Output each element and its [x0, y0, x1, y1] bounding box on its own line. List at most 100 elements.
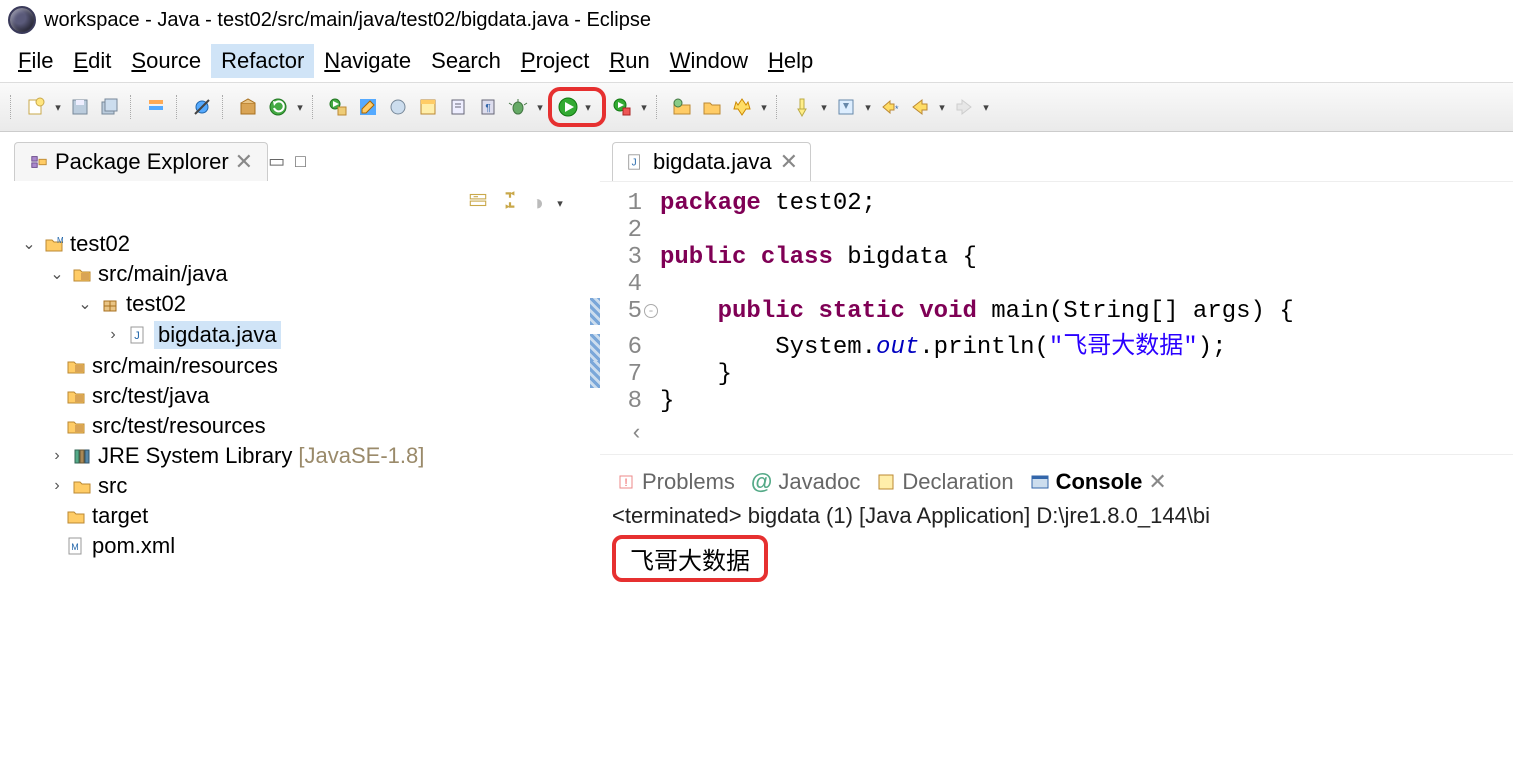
- annotation-nav-button[interactable]: [832, 93, 860, 121]
- save-button[interactable]: [66, 93, 94, 121]
- svg-text:J: J: [134, 330, 140, 342]
- forward-button[interactable]: [950, 93, 978, 121]
- run-button[interactable]: [554, 93, 582, 121]
- menu-navigate[interactable]: Navigate: [314, 44, 421, 78]
- menu-search[interactable]: Search: [421, 44, 511, 78]
- menubar: File Edit Source Refactor Navigate Searc…: [0, 40, 1513, 82]
- tree-src[interactable]: ›src: [20, 471, 600, 501]
- new-file-button[interactable]: [728, 93, 756, 121]
- coverage-button[interactable]: [414, 93, 442, 121]
- package-explorer-title: Package Explorer: [55, 149, 229, 175]
- link-editor-icon[interactable]: [499, 189, 521, 217]
- run-config-button[interactable]: [324, 93, 352, 121]
- new-package-button[interactable]: [234, 93, 262, 121]
- skip-breakpoints-button[interactable]: [188, 93, 216, 121]
- source-folder-icon: [72, 264, 92, 284]
- run-dropdown[interactable]: ▾: [582, 93, 594, 121]
- pencil-button[interactable]: [354, 93, 382, 121]
- console-output-highlight: 飞哥大数据: [612, 535, 768, 582]
- fold-icon[interactable]: -: [644, 304, 658, 318]
- pin-button[interactable]: ¶: [474, 93, 502, 121]
- debug-dropdown[interactable]: ▾: [534, 93, 546, 121]
- toggle-breadcrumb-button[interactable]: [142, 93, 170, 121]
- focus-icon[interactable]: ◑: [531, 190, 544, 216]
- svg-text:¶: ¶: [485, 103, 490, 114]
- new-button[interactable]: [22, 93, 50, 121]
- forward-dropdown[interactable]: ▾: [980, 93, 992, 121]
- menu-project[interactable]: Project: [511, 44, 599, 78]
- menu-file[interactable]: File: [8, 44, 63, 78]
- tree-src-main-java[interactable]: ⌄src/main/java: [20, 259, 600, 289]
- editor-area: J bigdata.java ✕ 1package test02; 2 3pub…: [600, 142, 1513, 582]
- code-editor[interactable]: 1package test02; 2 3public class bigdata…: [600, 181, 1513, 454]
- back-button[interactable]: [906, 93, 934, 121]
- new-file-dropdown[interactable]: ▾: [758, 93, 770, 121]
- menu-source[interactable]: Source: [121, 44, 211, 78]
- new-folder-button[interactable]: [698, 93, 726, 121]
- menu-window[interactable]: Window: [660, 44, 758, 78]
- line-number: 1: [600, 190, 660, 217]
- tree-label: bigdata.java: [154, 321, 281, 349]
- run-button-highlight: ▾: [548, 87, 606, 127]
- main-toolbar: ▾ ▾ ¶ ▾ ▾ ▾ ▾ ▾ ▾ * ▾ ▾: [0, 82, 1513, 132]
- editor-tab-bigdata[interactable]: J bigdata.java ✕: [612, 142, 811, 181]
- svg-text:*: *: [895, 104, 899, 114]
- back-dropdown[interactable]: ▾: [936, 93, 948, 121]
- menu-run[interactable]: Run: [599, 44, 659, 78]
- close-icon[interactable]: ✕: [780, 149, 798, 175]
- tree-target[interactable]: target: [20, 501, 600, 531]
- menu-help[interactable]: Help: [758, 44, 823, 78]
- close-icon[interactable]: ✕: [235, 149, 253, 175]
- line-number: 2: [600, 217, 660, 244]
- minimize-icon[interactable]: ▭: [268, 151, 285, 172]
- svg-text:!: !: [624, 477, 627, 489]
- tab-declaration[interactable]: Declaration: [876, 469, 1013, 495]
- build-dropdown[interactable]: ▾: [294, 93, 306, 121]
- tree-label: src/main/resources: [92, 353, 278, 379]
- build-button[interactable]: [264, 93, 292, 121]
- tree-project[interactable]: ⌄Mtest02: [20, 229, 600, 259]
- tree-package[interactable]: ⌄test02: [20, 289, 600, 319]
- jre-tag: [JavaSE-1.8]: [298, 443, 424, 469]
- tree-src-test-resources[interactable]: src/test/resources: [20, 411, 600, 441]
- new-java-project-button[interactable]: [668, 93, 696, 121]
- run-last-button[interactable]: [608, 93, 636, 121]
- tree-pom[interactable]: Mpom.xml: [20, 531, 600, 561]
- debug-button[interactable]: [504, 93, 532, 121]
- search-dropdown[interactable]: ▾: [818, 93, 830, 121]
- tab-javadoc[interactable]: @ Javadoc: [751, 469, 860, 495]
- main-area: Package Explorer ✕ ▭ □ ◑ ▾ ⌄Mtest02 ⌄src…: [0, 132, 1513, 582]
- run-last-dropdown[interactable]: ▾: [638, 93, 650, 121]
- project-tree: ⌄Mtest02 ⌄src/main/java ⌄test02 ›Jbigdat…: [14, 225, 600, 561]
- tree-src-main-resources[interactable]: src/main/resources: [20, 351, 600, 381]
- tab-console[interactable]: Console ✕: [1030, 469, 1167, 495]
- search-button[interactable]: [788, 93, 816, 121]
- menu-refactor[interactable]: Refactor: [211, 44, 314, 78]
- package-icon: [100, 294, 120, 314]
- tab-problems[interactable]: !Problems: [616, 469, 735, 495]
- source-folder-icon: [66, 356, 86, 376]
- save-all-button[interactable]: [96, 93, 124, 121]
- open-type-button[interactable]: [384, 93, 412, 121]
- new-dropdown[interactable]: ▾: [52, 93, 64, 121]
- tab-label: Javadoc: [778, 469, 860, 495]
- bottom-tab-bar: !Problems @ Javadoc Declaration Console …: [600, 454, 1513, 499]
- close-icon[interactable]: ✕: [1148, 469, 1166, 495]
- package-explorer-view: Package Explorer ✕ ▭ □ ◑ ▾ ⌄Mtest02 ⌄src…: [0, 142, 600, 561]
- line-number: 5-: [600, 298, 660, 325]
- project-icon: M: [44, 234, 64, 254]
- last-edit-button[interactable]: *: [876, 93, 904, 121]
- menu-edit[interactable]: Edit: [63, 44, 121, 78]
- tree-label: JRE System Library: [98, 443, 292, 469]
- tree-file-bigdata[interactable]: ›Jbigdata.java: [20, 319, 600, 351]
- svg-text:M: M: [57, 236, 64, 245]
- task-button[interactable]: [444, 93, 472, 121]
- tree-src-test-java[interactable]: src/test/java: [20, 381, 600, 411]
- tree-jre[interactable]: ›JRE System Library [JavaSE-1.8]: [20, 441, 600, 471]
- maximize-icon[interactable]: □: [295, 151, 306, 172]
- scroll-left-icon[interactable]: ‹: [600, 415, 1513, 446]
- package-explorer-tab[interactable]: Package Explorer ✕: [14, 142, 268, 181]
- collapse-all-icon[interactable]: [467, 189, 489, 217]
- view-menu-dropdown[interactable]: ▾: [554, 189, 566, 217]
- annotation-dropdown[interactable]: ▾: [862, 93, 874, 121]
